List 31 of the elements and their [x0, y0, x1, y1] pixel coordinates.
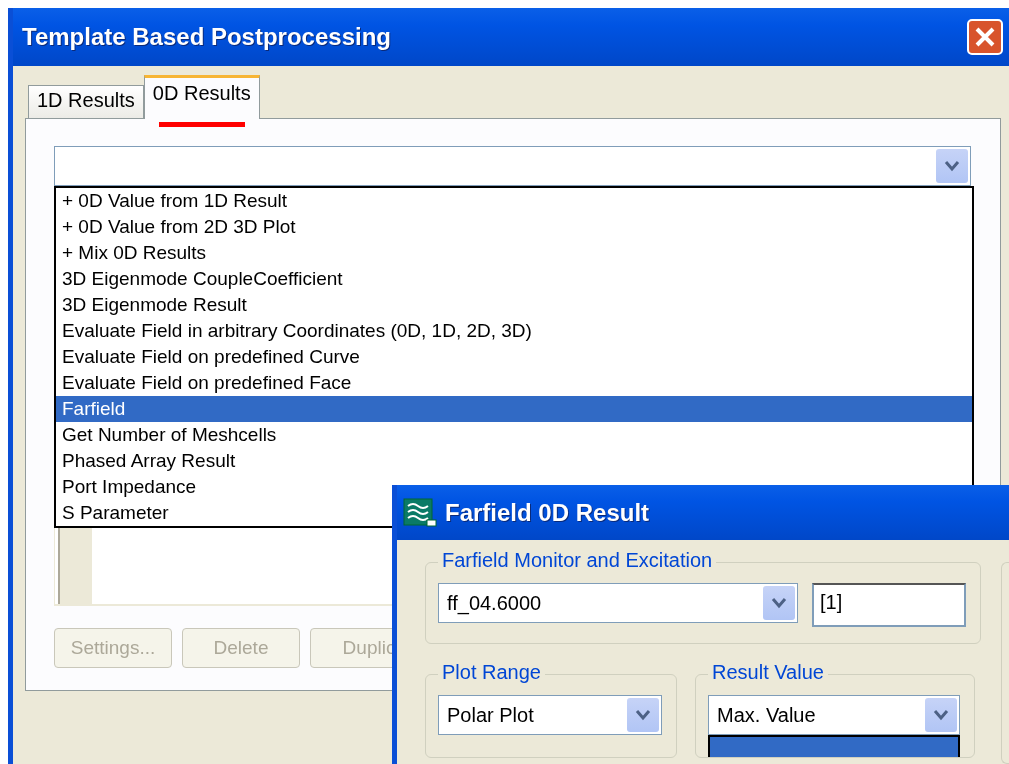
chevron-down-icon [944, 160, 960, 172]
window-title: Template Based Postprocessing [22, 23, 391, 51]
window-title: Farfield 0D Result [445, 498, 650, 527]
dropdown-button[interactable] [627, 698, 659, 732]
plot-range-dropdown[interactable]: Polar Plot [438, 695, 662, 735]
chart-icon [403, 497, 437, 528]
chevron-down-icon [933, 709, 949, 721]
template-dropdown[interactable] [54, 146, 971, 186]
dropdown-option[interactable]: Get Number of Meshcells [56, 422, 972, 448]
result-value-dropdown[interactable]: Max. Value [708, 695, 960, 735]
dropdown-button[interactable] [936, 149, 968, 183]
close-icon [973, 25, 997, 49]
dropdown-option[interactable]: Phased Array Result [56, 448, 972, 474]
chevron-down-icon [635, 709, 651, 721]
tab[interactable]: 1D Results [28, 85, 144, 118]
dropdown-option[interactable]: Farfield [56, 396, 972, 422]
dropdown-option[interactable]: 3D Eigenmode CoupleCoefficient [56, 266, 972, 292]
dropdown-option[interactable]: Evaluate Field on predefined Curve [56, 344, 972, 370]
dropdown-option[interactable]: 3D Eigenmode Result [56, 292, 972, 318]
dropdown-button[interactable] [925, 698, 957, 732]
excitation-field[interactable]: [1] [812, 583, 966, 627]
close-button[interactable] [967, 19, 1003, 55]
group-label: Plot Range [438, 661, 545, 684]
dropdown-button[interactable] [763, 586, 795, 620]
chevron-down-icon [771, 597, 787, 609]
dropdown-option[interactable]: Evaluate Field in arbitrary Coordinates (0D, 1D, 2D, 3D) [56, 318, 972, 344]
dropdown-option[interactable]: + 0D Value from 2D 3D Plot [56, 214, 972, 240]
dropdown-option[interactable]: + Mix 0D Results [56, 240, 972, 266]
monitor-dropdown[interactable]: ff_04.6000 [438, 583, 798, 623]
dropdown-option[interactable]: Evaluate Field on predefined Face [56, 370, 972, 396]
dropdown-option[interactable]: + 0D Value from 1D Result [56, 188, 972, 214]
